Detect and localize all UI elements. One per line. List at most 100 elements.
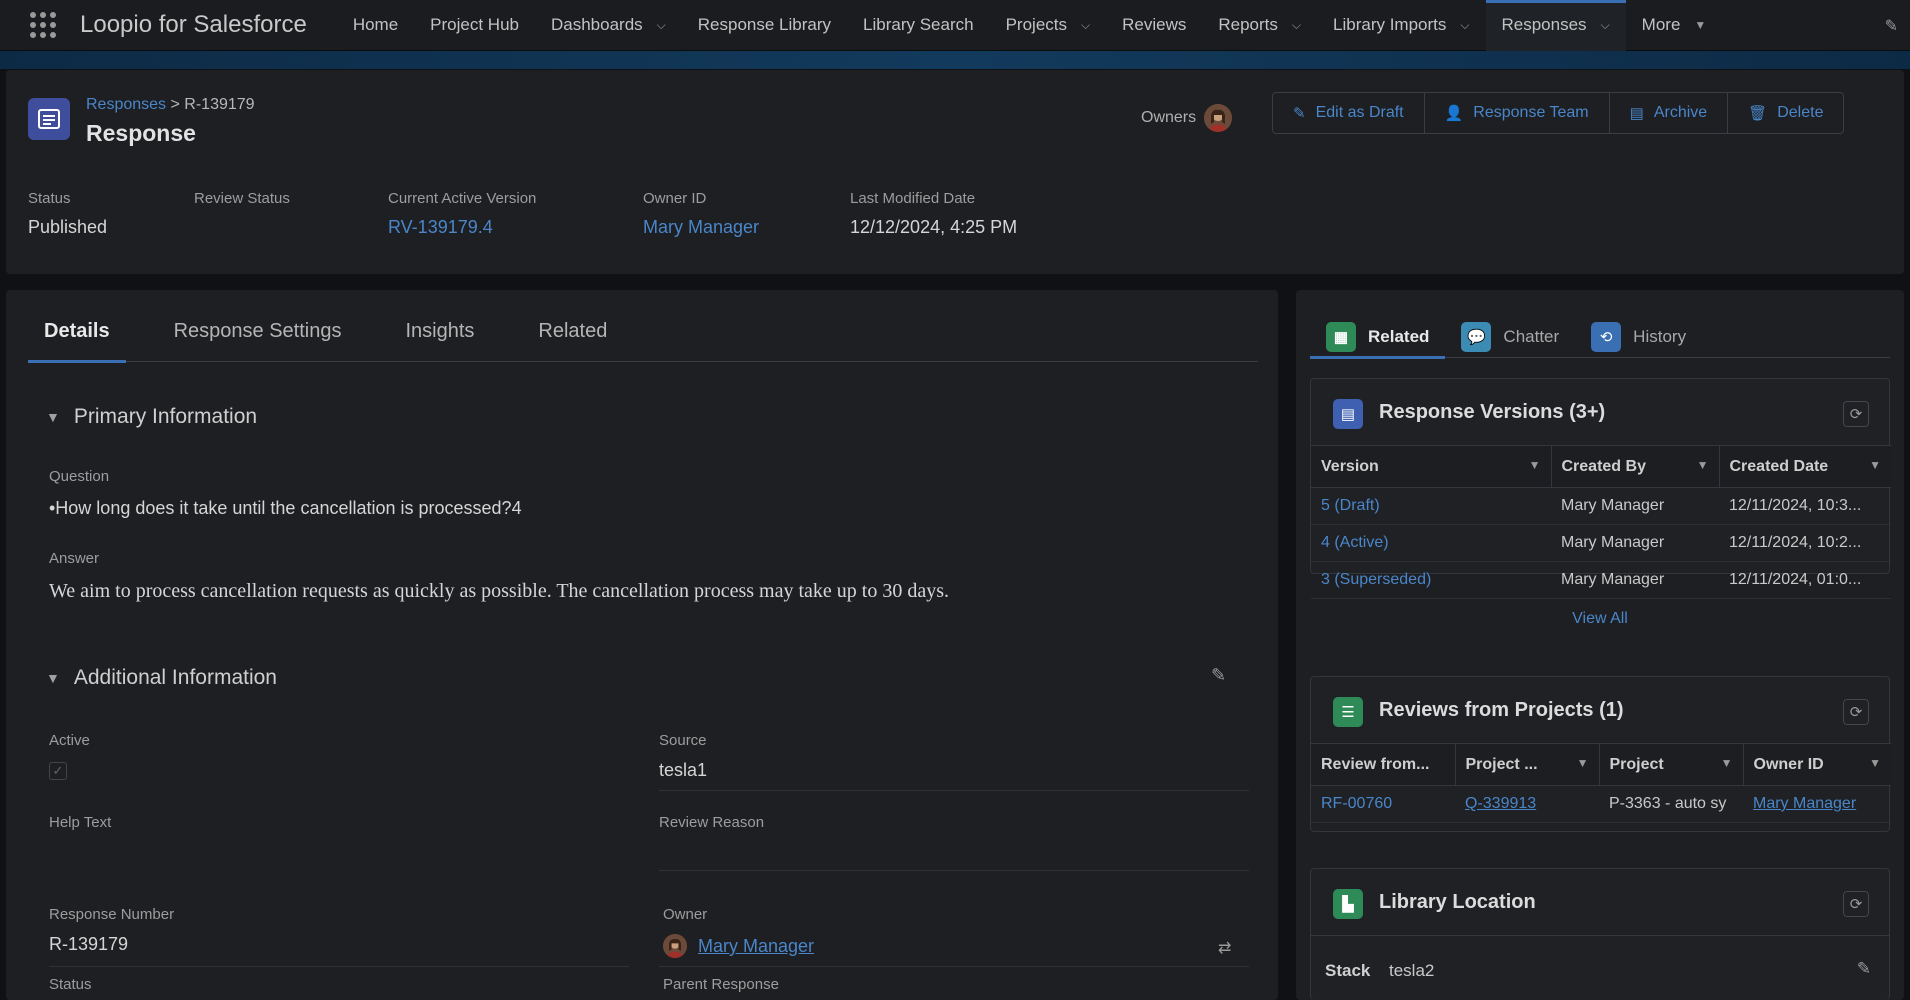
table-row: 3 (Superseded) Mary Manager 12/11/2024, … (1311, 561, 1891, 599)
nav-item-library-imports[interactable]: Library Imports ⌵ (1317, 0, 1485, 51)
library-location-title[interactable]: Library Location (1379, 891, 1536, 914)
refresh-icon[interactable]: ⟳ (1843, 401, 1869, 427)
owner-avatar[interactable] (1204, 104, 1233, 132)
page-title: Response (86, 120, 196, 146)
version-link[interactable]: 3 (Superseded) (1311, 561, 1551, 599)
stack-value: tesla2 (1389, 961, 1435, 980)
nav-item-reports[interactable]: Reports ⌵ (1202, 0, 1317, 51)
owner-id-link[interactable]: Mary Manager (1743, 785, 1891, 823)
edit-nav-icon[interactable]: ✎ (1885, 16, 1898, 36)
chevron-down-icon[interactable]: ▼ (1869, 756, 1881, 770)
view-all-link[interactable]: View All (1311, 599, 1889, 639)
tab-insights[interactable]: Insights (389, 320, 490, 362)
additional-information-section[interactable]: ▼ Additional Information (46, 666, 277, 690)
record-actions: ✎ Edit as Draft 👤 Response Team ▤ Archiv… (1272, 92, 1845, 134)
tab-related[interactable]: Related (522, 320, 623, 362)
reviews-from-projects-title[interactable]: Reviews from Projects (1) (1379, 699, 1624, 722)
active-checkbox: ✓ (49, 762, 67, 780)
column-header-project-id[interactable]: Project ... ▼ (1455, 743, 1600, 786)
archive-icon: ▤ (1629, 105, 1644, 122)
response-versions-title[interactable]: Response Versions (3+) (1379, 401, 1605, 424)
related-tabs: ▦ Related 💬 Chatter ⟲ History (1310, 316, 1890, 359)
review-status-field: Review Status (194, 190, 290, 207)
response-record-icon (28, 98, 70, 140)
divider (659, 790, 1249, 791)
reviews-icon: ☰ (1333, 697, 1363, 727)
current-version-link[interactable]: RV-139179.4 (388, 217, 643, 238)
chevron-down-icon[interactable]: ▼ (1721, 756, 1733, 770)
edit-section-icon[interactable]: ✎ (1211, 665, 1226, 686)
chevron-down-icon[interactable]: ⌵ (657, 18, 666, 33)
related-icon: ▦ (1326, 322, 1356, 352)
tab-response-settings[interactable]: Response Settings (158, 320, 358, 362)
versions-icon: ▤ (1333, 399, 1363, 429)
version-link[interactable]: 5 (Draft) (1311, 487, 1551, 525)
owner-id-link[interactable]: Mary Manager (643, 217, 850, 238)
nav-item-project-hub[interactable]: Project Hub (414, 0, 535, 51)
tab-details[interactable]: Details (28, 320, 126, 363)
owner-link[interactable]: Mary Manager (698, 936, 814, 957)
header-band (0, 51, 1910, 69)
archive-button[interactable]: ▤ Archive (1610, 93, 1729, 133)
owner-label: Owner (663, 906, 708, 923)
chevron-down-icon[interactable]: ▼ (1577, 756, 1589, 770)
edit-stack-icon[interactable]: ✎ (1857, 959, 1871, 979)
last-modified-field: Last Modified Date 12/12/2024, 4:25 PM (850, 190, 1018, 237)
breadcrumb-responses-link[interactable]: Responses (86, 96, 166, 113)
answer-value: We aim to process cancellation requests … (49, 580, 949, 602)
chevron-down-icon[interactable]: ▼ (1529, 458, 1541, 472)
nav-item-home[interactable]: Home (337, 0, 414, 51)
review-link[interactable]: RF-00760 (1311, 785, 1455, 823)
nav-item-dashboards[interactable]: Dashboards ⌵ (535, 0, 682, 51)
change-owner-icon[interactable]: ⇄ (1218, 938, 1231, 958)
nav-item-response-library[interactable]: Response Library (682, 0, 847, 51)
app-launcher-icon[interactable] (28, 10, 58, 40)
response-number-value: R-139179 (49, 934, 129, 954)
nav-item-library-search[interactable]: Library Search (847, 0, 990, 51)
chevron-down-icon[interactable]: ▼ (1694, 18, 1706, 32)
tab-history[interactable]: ⟲ History (1575, 316, 1702, 358)
version-link[interactable]: 4 (Active) (1311, 524, 1551, 562)
chatter-icon: 💬 (1461, 322, 1492, 352)
review-reason-label: Review Reason (659, 814, 765, 831)
chevron-down-icon[interactable]: ▼ (1869, 458, 1881, 472)
response-versions-card: ▤ Response Versions (3+) ⟳ Version ▼ Crea… (1310, 378, 1891, 627)
chevron-down-icon[interactable]: ▼ (1697, 458, 1709, 472)
chevron-down-icon[interactable]: ⌵ (1460, 18, 1469, 33)
chevron-down-icon[interactable]: ⌵ (1292, 18, 1301, 33)
column-header-created-by[interactable]: Created By ▼ (1551, 445, 1720, 488)
refresh-icon[interactable]: ⟳ (1843, 699, 1869, 725)
column-header-created-date[interactable]: Created Date ▼ (1719, 445, 1891, 488)
record-header: Responses > R-139179 Response Owners ✎ E… (6, 70, 1904, 274)
project-id-link[interactable]: Q-339913 (1455, 785, 1599, 823)
owner-id-field: Owner ID Mary Manager (643, 190, 850, 238)
question-value: •How long does it take until the cancell… (49, 498, 522, 518)
tab-related[interactable]: ▦ Related (1310, 316, 1446, 359)
related-panel: ▦ Related 💬 Chatter ⟲ History ▤ Response… (1296, 290, 1904, 1000)
breadcrumb-current: R-139179 (184, 96, 255, 113)
nav-item-more[interactable]: More ▼ (1626, 0, 1723, 51)
column-header-version[interactable]: Version ▼ (1311, 445, 1552, 488)
chevron-down-icon[interactable]: ⌵ (1601, 18, 1610, 33)
status-field: Status Published (28, 190, 108, 237)
owner-avatar (663, 934, 687, 958)
chevron-down-icon[interactable]: ⌵ (1081, 18, 1090, 33)
parent-response-label: Parent Response (663, 976, 779, 993)
response-number-label: Response Number (49, 906, 175, 923)
chevron-down-icon: ▼ (46, 409, 60, 425)
library-icon: ▙ (1333, 889, 1363, 919)
column-header-review-from[interactable]: Review from... (1311, 743, 1456, 786)
nav-item-reviews[interactable]: Reviews (1106, 0, 1202, 51)
primary-information-section[interactable]: ▼ Primary Information (46, 405, 257, 429)
source-value: tesla1 (659, 760, 708, 780)
delete-button[interactable]: 🗑 Delete (1728, 93, 1843, 133)
edit-as-draft-button[interactable]: ✎ Edit as Draft (1273, 93, 1425, 133)
nav-item-responses[interactable]: Responses ⌵ (1485, 0, 1626, 51)
refresh-icon[interactable]: ⟳ (1843, 891, 1869, 917)
column-header-project[interactable]: Project ▼ (1599, 743, 1744, 786)
column-header-owner-id[interactable]: Owner ID ▼ (1743, 743, 1891, 786)
response-team-button[interactable]: 👤 Response Team (1425, 93, 1610, 133)
nav-item-projects[interactable]: Projects ⌵ (990, 0, 1107, 51)
tab-chatter[interactable]: 💬 Chatter (1445, 316, 1575, 358)
trash-icon: 🗑 (1748, 105, 1768, 122)
